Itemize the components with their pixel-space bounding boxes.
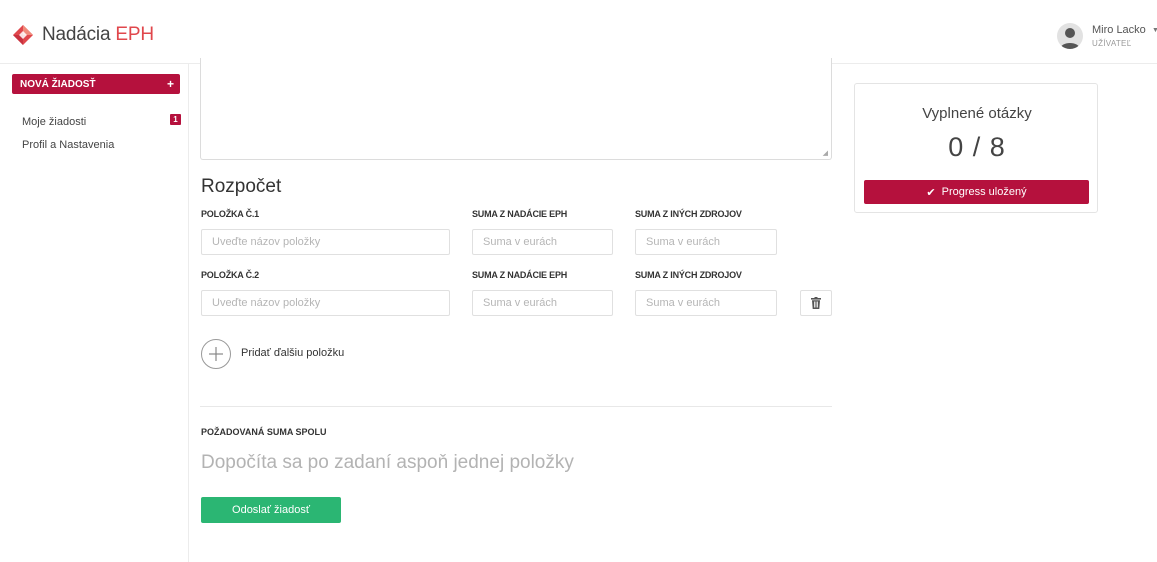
avatar — [1057, 23, 1083, 49]
delete-item-2-button[interactable] — [800, 290, 832, 316]
sidebar-item-my-requests[interactable]: Moje žiadosti — [22, 116, 86, 128]
item-1-name-input[interactable] — [201, 229, 450, 255]
user-menu[interactable]: Miro Lacko ▼ UŽÍVATEĽ — [1057, 20, 1157, 52]
item-2-other-label: SUMA Z INÝCH ZDROJOV — [635, 270, 742, 280]
progress-saved-label: Progress uložený — [941, 186, 1027, 198]
item-1-eph-amount-input[interactable] — [472, 229, 613, 255]
progress-saved-button[interactable]: ✔ Progress uložený — [864, 180, 1089, 204]
item-2-other-amount-input[interactable] — [635, 290, 777, 316]
logo-diamond-icon — [12, 24, 34, 46]
item-1-other-amount-input[interactable] — [635, 229, 777, 255]
progress-panel: Vyplnené otázky 0 / 8 ✔ Progress uložený — [854, 83, 1098, 213]
logo-text-accent: EPH — [115, 24, 154, 45]
item-2-eph-label: SUMA Z NADÁCIE EPH — [472, 270, 568, 280]
item-1-label: POLOŽKA Č.1 — [201, 209, 259, 219]
logo-text-main: Nadácia — [42, 24, 116, 45]
progress-title: Vyplnené otázky — [922, 105, 1032, 122]
item-2-eph-amount-input[interactable] — [472, 290, 613, 316]
user-silhouette-icon — [1060, 28, 1080, 49]
add-item-button[interactable] — [201, 339, 231, 369]
submit-request-button[interactable]: Odoslať žiadosť — [201, 497, 341, 523]
caret-down-icon[interactable]: ▼ — [1152, 27, 1157, 34]
total-amount-value: Dopočíta sa po zadaní aspoň jednej polož… — [201, 452, 574, 473]
logo[interactable]: Nadácia EPH — [12, 24, 154, 46]
resize-grip-icon[interactable]: ◢ — [823, 149, 828, 157]
logo-text: Nadácia EPH — [42, 24, 154, 46]
item-1-eph-label: SUMA Z NADÁCIE EPH — [472, 209, 568, 219]
add-item-label[interactable]: Pridať ďalšiu položku — [241, 347, 344, 359]
total-amount-label: POŽADOVANÁ SUMA SPOLU — [201, 427, 327, 437]
my-requests-count-badge: 1 — [170, 114, 181, 125]
item-1-other-label: SUMA Z INÝCH ZDROJOV — [635, 209, 742, 219]
budget-section-title: Rozpočet — [201, 176, 282, 197]
item-2-label: POLOŽKA Č.2 — [201, 270, 259, 280]
trash-icon — [811, 297, 821, 309]
plus-circle-icon — [209, 347, 223, 361]
new-request-label: NOVÁ ŽIADOSŤ — [20, 78, 96, 90]
user-name: Miro Lacko — [1092, 24, 1146, 36]
user-role: UŽÍVATEĽ — [1092, 39, 1132, 48]
sidebar: NOVÁ ŽIADOSŤ + Moje žiadosti 1 Profil a … — [0, 64, 189, 562]
section-divider — [200, 406, 832, 407]
checkmark-icon: ✔ — [926, 186, 936, 199]
new-request-button[interactable]: NOVÁ ŽIADOSŤ + — [12, 74, 180, 94]
progress-count: 0 / 8 — [948, 132, 1006, 162]
plus-icon: + — [166, 77, 174, 91]
sidebar-item-profile-settings[interactable]: Profil a Nastavenia — [22, 139, 114, 151]
top-header: Nadácia EPH Miro Lacko ▼ UŽÍVATEĽ — [0, 0, 1157, 64]
description-textarea[interactable]: ◢ — [200, 58, 832, 160]
item-2-name-input[interactable] — [201, 290, 450, 316]
